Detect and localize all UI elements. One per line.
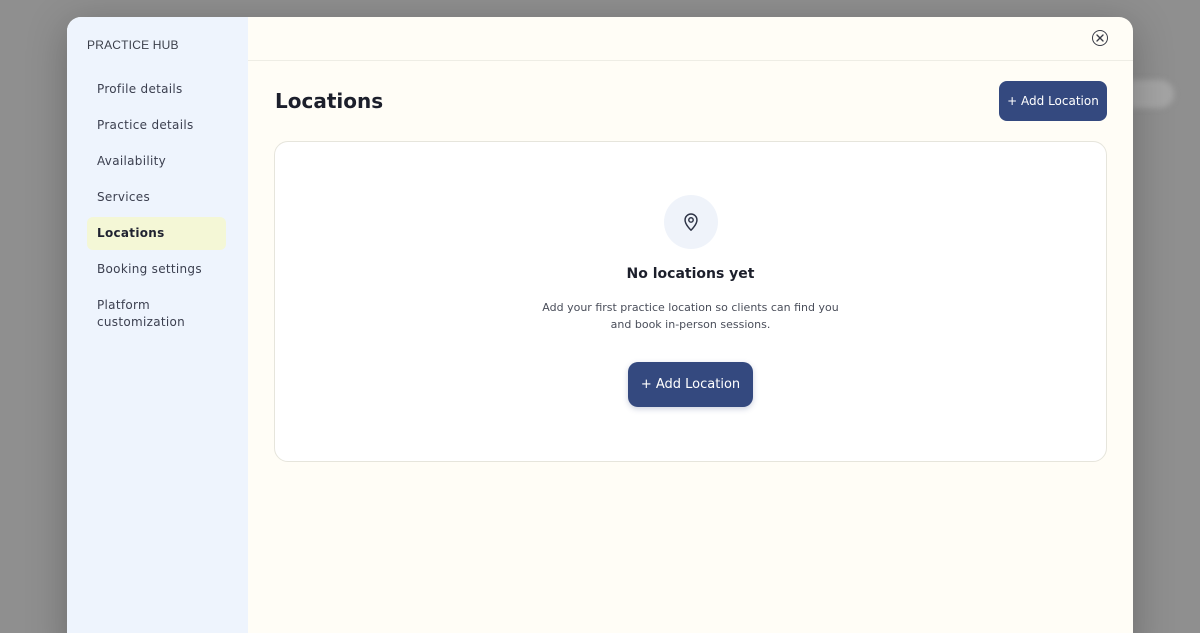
- empty-state-description-line-2: and book in-person sessions.: [610, 318, 771, 331]
- sidebar-item-booking-settings[interactable]: Booking settings: [87, 253, 226, 286]
- sidebar-item-profile-details[interactable]: Profile details: [87, 73, 226, 106]
- sidebar-item-practice-details[interactable]: Practice details: [87, 109, 226, 142]
- sidebar-title: PRACTICE HUB: [87, 38, 179, 52]
- close-circle-icon: [1096, 34, 1104, 42]
- add-location-button[interactable]: + Add Location: [999, 81, 1107, 121]
- practice-hub-modal: PRACTICE HUB Profile details Practice de…: [67, 17, 1133, 633]
- sidebar-item-services[interactable]: Services: [87, 181, 226, 214]
- empty-state-add-location-button[interactable]: + Add Location: [628, 362, 753, 407]
- modal-topbar: [248, 17, 1133, 61]
- sidebar-item-locations[interactable]: Locations: [87, 217, 226, 250]
- sidebar-nav: Profile details Practice details Availab…: [87, 73, 248, 339]
- empty-state-description-line-1: Add your first practice location so clie…: [542, 301, 839, 314]
- close-button[interactable]: [1092, 30, 1108, 46]
- page-title: Locations: [275, 89, 384, 113]
- sidebar-item-platform-customization[interactable]: Platform customization: [87, 289, 226, 339]
- empty-state-description: Add your first practice location so clie…: [275, 299, 1106, 333]
- sidebar-item-availability[interactable]: Availability: [87, 145, 226, 178]
- empty-state-title: No locations yet: [626, 266, 755, 282]
- map-pin-icon: [684, 213, 698, 231]
- sidebar: PRACTICE HUB Profile details Practice de…: [67, 17, 248, 633]
- main-content: Locations + Add Location No locations ye…: [248, 17, 1133, 633]
- empty-state-card: No locations yet Add your first practice…: [274, 141, 1107, 462]
- empty-state-icon-wrapper: [664, 195, 718, 249]
